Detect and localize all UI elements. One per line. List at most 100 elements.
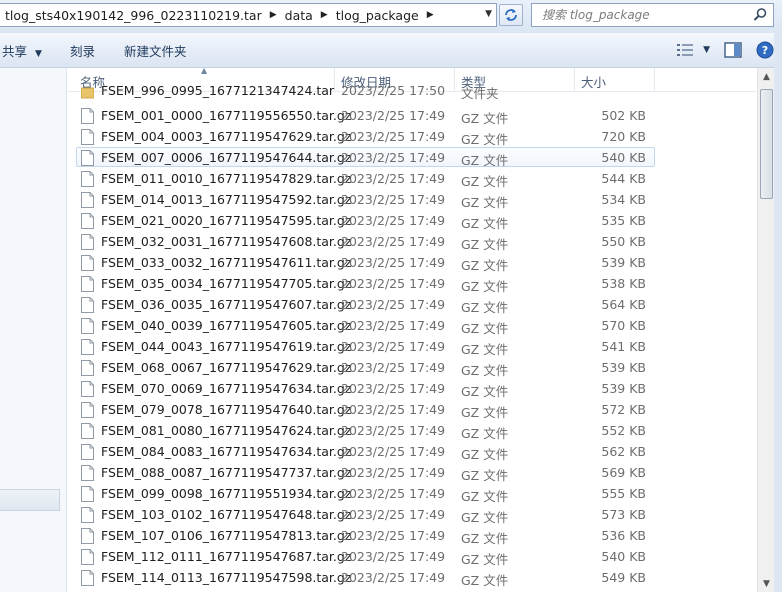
file-date: 2023/2/25 17:49 (341, 108, 446, 123)
search-icon[interactable] (752, 7, 768, 23)
list-item[interactable]: FSEM_035_0034_1677119547705.tar.gz 2023/2… (76, 273, 655, 294)
share-button-label: 共享 (2, 44, 28, 59)
list-item[interactable]: FSEM_103_0102_1677119547648.tar.gz 2023/2… (76, 504, 655, 525)
breadcrumb-label[interactable]: tlog_sts40x190142_996_0223110219.tar (0, 8, 267, 23)
file-name: FSEM_103_0102_1677119547648.tar.gz (101, 507, 352, 522)
help-icon[interactable]: ? (756, 41, 774, 59)
share-button[interactable]: 共享 ▼ (2, 41, 42, 60)
file-type: GZ 文件 (461, 195, 509, 210)
chevron-right-icon[interactable]: ▶ (318, 10, 331, 20)
list-item[interactable]: FSEM_033_0032_1677119547611.tar.gz 2023/2… (76, 252, 655, 273)
address-bar[interactable]: tlog_sts40x190142_996_0223110219.tar ▶ d… (0, 3, 497, 27)
breadcrumb-label[interactable]: data (280, 8, 318, 23)
list-item[interactable]: FSEM_107_0106_1677119547813.tar.gz 2023/2… (76, 525, 655, 546)
list-item[interactable]: FSEM_001_0000_1677119556550.tar.gz 2023/2… (76, 105, 655, 126)
file-type: GZ 文件 (461, 384, 509, 399)
file-size: 540 KB (601, 150, 646, 165)
chevron-right-icon[interactable]: ▶ (424, 10, 437, 20)
file-name: FSEM_035_0034_1677119547705.tar.gz (101, 276, 352, 291)
list-item[interactable]: FSEM_081_0080_1677119547624.tar.gz 2023/2… (76, 420, 655, 441)
file-type: GZ 文件 (461, 552, 509, 567)
list-item[interactable]: FSEM_112_0111_1677119547687.tar.gz 2023/2… (76, 546, 655, 567)
file-date: 2023/2/25 17:49 (341, 444, 446, 459)
file-size: 536 KB (601, 528, 646, 543)
list-item[interactable]: FSEM_036_0035_1677119547607.tar.gz 2023/2… (76, 294, 655, 315)
file-date: 2023/2/25 17:49 (341, 213, 446, 228)
file-name: FSEM_036_0035_1677119547607.tar.gz (101, 297, 352, 312)
refresh-button[interactable] (499, 4, 523, 26)
list-item[interactable]: FSEM_040_0039_1677119547605.tar.gz 2023/2… (76, 315, 655, 336)
list-item[interactable]: FSEM_088_0087_1677119547737.tar.gz 2023/2… (76, 462, 655, 483)
svg-text:?: ? (762, 44, 768, 57)
file-name: FSEM_014_0013_1677119547592.tar.gz (101, 192, 352, 207)
file-size: 569 KB (601, 465, 646, 480)
scroll-up-arrow-icon[interactable]: ▲ (759, 69, 774, 85)
breadcrumb-item[interactable]: tlog_sts40x190142_996_0223110219.tar ▶ (0, 8, 280, 23)
file-type: GZ 文件 (461, 174, 509, 189)
file-date: 2023/2/25 17:49 (341, 360, 446, 375)
file-size: 552 KB (601, 423, 646, 438)
breadcrumb-label[interactable]: tlog_package (331, 8, 424, 23)
command-toolbar: 共享 ▼ 刻录 新建文件夹 ▼ ? (0, 33, 782, 68)
search-input[interactable] (540, 7, 754, 23)
list-item[interactable]: FSEM_068_0067_1677119547629.tar.gz 2023/2… (76, 357, 655, 378)
list-item[interactable]: FSEM_070_0069_1677119547634.tar.gz 2023/2… (76, 378, 655, 399)
list-item[interactable]: FSEM_021_0020_1677119547595.tar.gz 2023/2… (76, 210, 655, 231)
file-type: GZ 文件 (461, 426, 509, 441)
file-date: 2023/2/25 17:49 (341, 549, 446, 564)
file-type: GZ 文件 (461, 237, 509, 252)
file-name: FSEM_099_0098_1677119551934.tar.gz (101, 486, 352, 501)
file-size: 539 KB (601, 255, 646, 270)
list-item[interactable]: FSEM_084_0083_1677119547634.tar.gz 2023/2… (76, 441, 655, 462)
list-item[interactable]: FSEM_099_0098_1677119551934.tar.gz 2023/2… (76, 483, 655, 504)
scrollbar-thumb[interactable] (760, 89, 773, 199)
file-size: 564 KB (601, 297, 646, 312)
breadcrumb-item[interactable]: tlog_package ▶ (331, 8, 437, 23)
file-name: FSEM_021_0020_1677119547595.tar.gz (101, 213, 352, 228)
change-view-button[interactable]: ▼ (677, 44, 710, 56)
preview-pane-icon[interactable] (724, 42, 742, 58)
search-box[interactable] (531, 3, 774, 27)
list-item[interactable]: FSEM_079_0078_1677119547640.tar.gz 2023/2… (76, 399, 655, 420)
file-size: 555 KB (601, 486, 646, 501)
file-size: 544 KB (601, 171, 646, 186)
file-name: FSEM_044_0043_1677119547619.tar.gz (101, 339, 352, 354)
file-icon (81, 171, 94, 187)
file-size: 539 KB (601, 360, 646, 375)
file-icon (81, 570, 94, 586)
list-item[interactable]: FSEM_011_0010_1677119547829.tar.gz 2023/2… (76, 168, 655, 189)
nav-selected-item[interactable] (0, 489, 60, 511)
file-name: FSEM_088_0087_1677119547737.tar.gz (101, 465, 352, 480)
vertical-scrollbar[interactable]: ▲ ▼ (757, 68, 775, 592)
file-name: FSEM_068_0067_1677119547629.tar.gz (101, 360, 352, 375)
address-history-dropdown-icon[interactable]: ▼ (485, 9, 492, 19)
burn-button[interactable]: 刻录 (70, 41, 95, 60)
file-date: 2023/2/25 17:49 (341, 465, 446, 480)
file-name: FSEM_081_0080_1677119547624.tar.gz (101, 423, 352, 438)
file-date: 2023/2/25 17:50 (341, 85, 446, 98)
file-date: 2023/2/25 17:49 (341, 276, 446, 291)
list-item[interactable]: FSEM_007_0006_1677119547644.tar.gz 2023/2… (76, 147, 655, 168)
file-size: 502 KB (601, 108, 646, 123)
new-folder-button[interactable]: 新建文件夹 (124, 41, 187, 60)
list-item[interactable]: FSEM_044_0043_1677119547619.tar.gz 2023/2… (76, 336, 655, 357)
list-item[interactable]: FSEM_996_0995_1677121347424.tar 2023/2/2… (76, 85, 655, 101)
file-type: GZ 文件 (461, 510, 509, 525)
file-size: 534 KB (601, 192, 646, 207)
file-date: 2023/2/25 17:49 (341, 192, 446, 207)
scroll-down-arrow-icon[interactable]: ▼ (759, 576, 774, 592)
file-size: 562 KB (601, 444, 646, 459)
file-name: FSEM_033_0032_1677119547611.tar.gz (101, 255, 352, 270)
file-size: 570 KB (601, 318, 646, 333)
list-item[interactable]: FSEM_032_0031_1677119547608.tar.gz 2023/2… (76, 231, 655, 252)
list-item[interactable]: FSEM_114_0113_1677119547598.tar.gz 2023/2… (76, 567, 655, 588)
navigation-pane[interactable] (0, 68, 67, 592)
list-item[interactable]: FSEM_004_0003_1677119547629.tar.gz 2023/2… (76, 126, 655, 147)
chevron-right-icon[interactable]: ▶ (267, 10, 280, 20)
file-list[interactable]: ▲ 名称 修改日期 类型 大小 FSEM_996_0995_1677121347… (67, 68, 757, 592)
file-date: 2023/2/25 17:49 (341, 234, 446, 249)
file-icon (81, 213, 94, 229)
list-item[interactable]: FSEM_014_0013_1677119547592.tar.gz 2023/2… (76, 189, 655, 210)
file-icon (81, 423, 94, 439)
breadcrumb-item[interactable]: data ▶ (280, 8, 331, 23)
